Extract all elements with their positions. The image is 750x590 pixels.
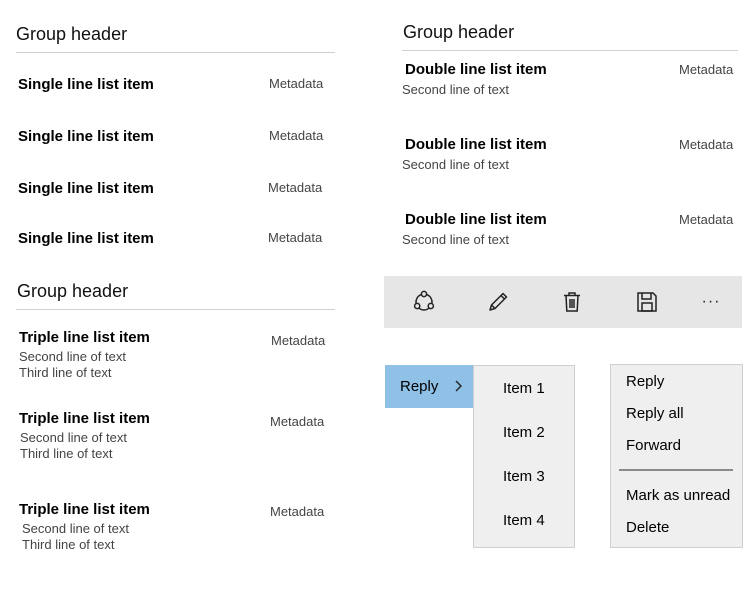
list-item-metadata: Metadata — [679, 62, 734, 77]
list-item-title: Single line list item — [18, 180, 154, 197]
list-item-metadata: Metadata — [269, 128, 324, 143]
reply-menu-button[interactable]: Reply — [385, 365, 473, 408]
list-item-second-line: Second line of text — [402, 232, 509, 247]
command-toolbar: ··· — [384, 276, 742, 328]
list-item-title: Double line list item — [405, 136, 547, 153]
list-item[interactable]: Double line list item Second line of tex… — [390, 206, 745, 256]
list-item-title: Single line list item — [18, 230, 154, 247]
list-item-metadata: Metadata — [269, 76, 324, 91]
share-icon — [411, 289, 437, 315]
group-header-1: Group header — [16, 24, 128, 44]
menu-item-delete[interactable]: Delete — [626, 519, 669, 536]
list-item-second-line: Second line of text — [402, 82, 509, 97]
list-item[interactable]: Triple line list item Second line of tex… — [0, 318, 340, 388]
reply-submenu: Item 1 Item 2 Item 3 Item 4 — [473, 365, 575, 548]
list-item-third-line: Third line of text — [19, 365, 112, 380]
group-divider-1 — [16, 52, 335, 53]
reply-label: Reply — [400, 378, 439, 395]
list-item[interactable]: Single line list item Metadata — [0, 214, 340, 262]
more-button[interactable]: ··· — [695, 286, 727, 318]
list-item[interactable]: Single line list item Metadata — [0, 164, 340, 212]
edit-button[interactable] — [482, 286, 514, 318]
save-icon — [634, 289, 660, 315]
submenu-item-1[interactable]: Item 1 — [503, 380, 545, 397]
menu-item-reply-all[interactable]: Reply all — [626, 405, 684, 422]
list-item-title: Triple line list item — [19, 410, 150, 427]
share-button[interactable] — [408, 286, 440, 318]
submenu-item-3[interactable]: Item 3 — [503, 468, 545, 485]
menu-item-forward[interactable]: Forward — [626, 437, 681, 454]
menu-item-reply[interactable]: Reply — [626, 373, 664, 390]
chevron-right-icon — [453, 378, 463, 399]
menu-item-mark-as-unread[interactable]: Mark as unread — [626, 487, 730, 504]
list-item-title: Double line list item — [405, 61, 547, 78]
group-divider-3 — [402, 50, 738, 51]
list-item-third-line: Third line of text — [20, 446, 113, 461]
list-item[interactable]: Single line list item Metadata — [0, 112, 340, 160]
context-menu: Reply Reply all Forward Mark as unread D… — [610, 364, 743, 548]
list-item-metadata: Metadata — [270, 504, 325, 519]
group-divider-2 — [16, 309, 335, 310]
list-item-metadata: Metadata — [268, 180, 323, 195]
menu-separator — [619, 469, 733, 471]
list-item-title: Triple line list item — [19, 501, 150, 518]
list-item-second-line: Second line of text — [22, 521, 129, 536]
list-item-second-line: Second line of text — [20, 430, 127, 445]
list-item-third-line: Third line of text — [22, 537, 115, 552]
list-item-metadata: Metadata — [679, 137, 734, 152]
more-icon: ··· — [701, 293, 721, 310]
group-header-2: Group header — [17, 281, 129, 301]
delete-button[interactable] — [556, 286, 588, 318]
list-item-second-line: Second line of text — [19, 349, 126, 364]
list-item[interactable]: Double line list item Second line of tex… — [390, 56, 745, 106]
list-item-metadata: Metadata — [268, 230, 323, 245]
edit-icon — [485, 289, 511, 315]
save-button[interactable] — [631, 286, 663, 318]
list-item[interactable]: Triple line list item Second line of tex… — [0, 399, 340, 469]
list-item-second-line: Second line of text — [402, 157, 509, 172]
list-item-metadata: Metadata — [270, 414, 325, 429]
delete-icon — [559, 289, 585, 315]
list-item[interactable]: Single line list item Metadata — [0, 60, 340, 108]
submenu-item-4[interactable]: Item 4 — [503, 512, 545, 529]
list-item-title: Triple line list item — [19, 329, 150, 346]
list-item-metadata: Metadata — [679, 212, 734, 227]
list-item[interactable]: Triple line list item Second line of tex… — [0, 490, 340, 560]
list-item-title: Single line list item — [18, 128, 154, 145]
list-item-title: Double line list item — [405, 211, 547, 228]
list-item[interactable]: Double line list item Second line of tex… — [390, 131, 745, 181]
list-item-title: Single line list item — [18, 76, 154, 93]
group-header-3: Group header — [403, 22, 515, 42]
submenu-item-2[interactable]: Item 2 — [503, 424, 545, 441]
list-item-metadata: Metadata — [271, 333, 326, 348]
